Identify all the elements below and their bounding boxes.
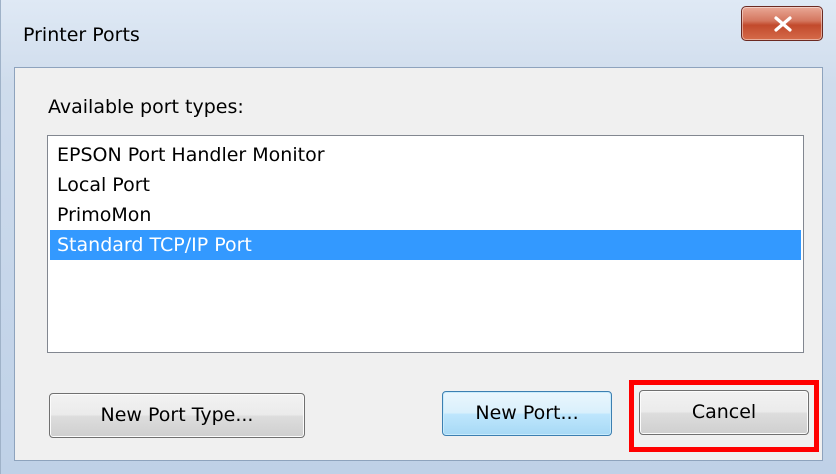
close-icon [774,16,792,32]
new-port-button[interactable]: New Port... [442,391,612,436]
cancel-button[interactable]: Cancel [639,390,809,435]
available-port-types-label: Available port types: [48,96,244,118]
new-port-type-button[interactable]: New Port Type... [49,393,305,438]
port-type-item-primomon[interactable]: PrimoMon [50,200,801,230]
port-type-item-standard-tcp-ip[interactable]: Standard TCP/IP Port [50,230,801,260]
close-button[interactable] [741,6,823,41]
window-title: Printer Ports [23,24,140,46]
printer-ports-window: Printer Ports Available port types: EPSO… [0,0,836,474]
port-types-listbox[interactable]: EPSON Port Handler Monitor Local Port Pr… [47,135,804,353]
port-type-item-local-port[interactable]: Local Port [50,170,801,200]
port-type-item-epson[interactable]: EPSON Port Handler Monitor [50,140,801,170]
dialog-client-area: Available port types: EPSON Port Handler… [14,67,823,461]
title-bar[interactable]: Printer Ports [1,0,836,64]
